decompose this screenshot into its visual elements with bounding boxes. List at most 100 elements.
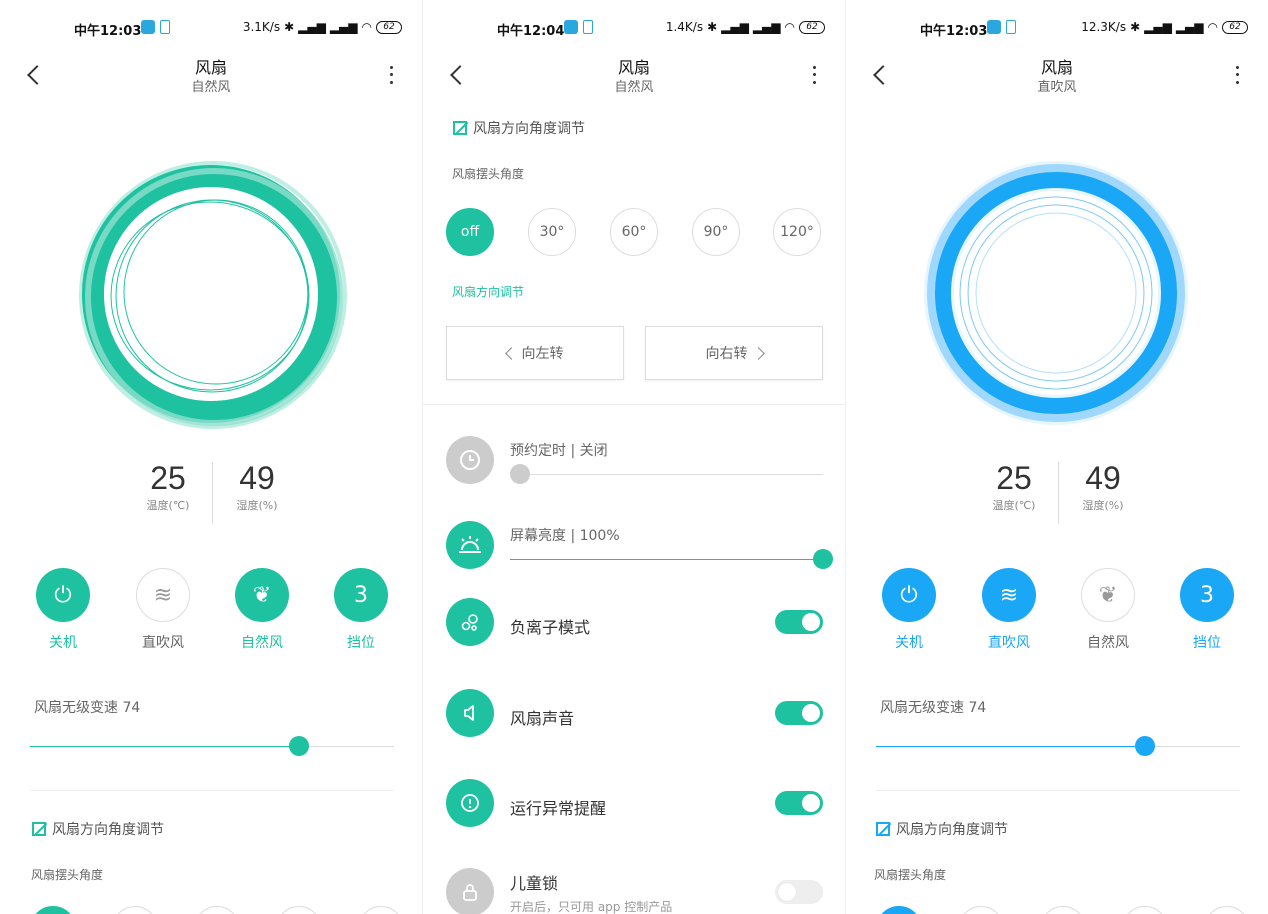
angle-option[interactable] <box>276 906 322 914</box>
header: 风扇 直吹风 <box>846 52 1268 98</box>
app-notification-icon <box>987 20 1001 34</box>
temperature-reading: 25 温度(℃) <box>969 460 1059 513</box>
more-icon[interactable] <box>809 64 819 86</box>
anion-toggle[interactable] <box>775 610 823 634</box>
timer-label: 预约定时 | 关闭 <box>510 443 608 459</box>
status-right: 1.4K/s ✱ ▂▄▆ ▂▄▆ ◠ 62 <box>666 20 825 34</box>
angle-option[interactable] <box>194 906 240 914</box>
more-icon[interactable] <box>1232 64 1242 86</box>
temperature-value: 25 <box>150 460 186 496</box>
more-icon[interactable] <box>386 64 396 86</box>
brightness-slider-thumb[interactable] <box>813 549 833 569</box>
status-bar: 中午12:03 3.1K/s ✱ ▂▄▆ ▂▄▆ ◠ 62 <box>0 14 422 42</box>
divider <box>423 404 845 405</box>
bluetooth-icon: ✱ <box>707 20 718 34</box>
direct-wind-button[interactable]: ≋ 直吹风 <box>969 568 1049 652</box>
angle-option-30[interactable]: 30° <box>528 208 576 256</box>
turn-right-button[interactable]: 向右转 <box>645 326 823 380</box>
speed-slider-fill <box>876 746 1146 747</box>
brightness-slider-fill <box>510 559 823 560</box>
swing-angle-label: 风扇摆头角度 <box>452 167 525 181</box>
child-lock-toggle[interactable] <box>775 880 823 904</box>
anion-label: 负离子模式 <box>510 618 591 637</box>
sunrise-icon <box>446 521 494 569</box>
power-button[interactable]: ⏻ 关机 <box>23 568 103 652</box>
angle-option[interactable] <box>1204 906 1250 914</box>
header: 风扇 自然风 <box>423 52 845 98</box>
brightness-setting: 屏幕亮度 | 100% <box>446 521 833 581</box>
speed-slider[interactable] <box>876 736 1240 756</box>
timer-slider[interactable] <box>510 464 823 484</box>
battery-icon: 62 <box>799 20 825 34</box>
alert-icon <box>446 779 494 827</box>
speed-slider[interactable] <box>30 736 394 756</box>
status-bar: 中午12:04 1.4K/s ✱ ▂▄▆ ▂▄▆ ◠ 62 <box>423 14 845 42</box>
speaker-icon <box>446 689 494 737</box>
angle-option-120[interactable]: 120° <box>773 208 821 256</box>
status-time: 中午12:03 <box>74 24 142 39</box>
mode-buttons: ⏻ 关机 ≋ 直吹风 ❦ 自然风 3 挡位 <box>846 568 1268 658</box>
turn-left-label: 向左转 <box>521 346 564 362</box>
phone-screen-settings: 中午12:04 1.4K/s ✱ ▂▄▆ ▂▄▆ ◠ 62 风扇 自然风 风扇方… <box>423 0 845 914</box>
page-subtitle: 自然风 <box>191 80 231 95</box>
phone-screen-direct-wind: 中午12:03 12.3K/s ✱ ▂▄▆ ▂▄▆ ◠ 62 风扇 直吹风 25… <box>846 0 1268 914</box>
wind-icon: ≋ <box>982 568 1036 622</box>
wifi-icon: ◠ <box>361 20 372 34</box>
app-notification-icon <box>564 20 578 34</box>
angle-option[interactable] <box>358 906 404 914</box>
timer-slider-thumb[interactable] <box>510 464 530 484</box>
gear-level-button[interactable]: 3 挡位 <box>321 568 401 652</box>
humidity-label: 湿度(%) <box>236 499 278 512</box>
fan-ring-visual <box>76 160 350 430</box>
divider <box>30 790 394 791</box>
page-title: 风扇 <box>1040 58 1073 77</box>
leaf-icon: ❦ <box>235 568 289 622</box>
page-title: 风扇 <box>194 58 227 77</box>
angle-option-off[interactable]: off <box>446 208 494 256</box>
angle-option[interactable] <box>1040 906 1086 914</box>
speed-label: 风扇无级变速 74 <box>34 700 141 716</box>
brightness-label: 屏幕亮度 | 100% <box>510 528 620 544</box>
section-title-text: 风扇方向角度调节 <box>52 822 164 838</box>
timer-setting: 预约定时 | 关闭 <box>446 436 823 496</box>
gear-level-button[interactable]: 3 挡位 <box>1167 568 1247 652</box>
speed-slider-thumb[interactable] <box>1135 736 1156 756</box>
wifi-icon: ◠ <box>1207 20 1218 34</box>
section-title: 风扇方向角度调节 <box>876 819 1008 839</box>
swing-angle-label: 风扇摆头角度 <box>31 868 104 882</box>
header: 风扇 自然风 <box>0 52 422 98</box>
natural-wind-label: 自然风 <box>1087 635 1129 651</box>
fan-ring-visual <box>919 160 1193 430</box>
turn-left-button[interactable]: 向左转 <box>446 326 624 380</box>
speed-slider-thumb[interactable] <box>289 736 310 756</box>
angle-option[interactable] <box>112 906 158 914</box>
direct-wind-button[interactable]: ≋ 直吹风 <box>123 568 203 652</box>
angle-option[interactable] <box>958 906 1004 914</box>
brightness-slider[interactable] <box>510 549 833 569</box>
natural-wind-button[interactable]: ❦ 自然风 <box>222 568 302 652</box>
sound-label: 风扇声音 <box>510 709 575 728</box>
child-lock-label: 儿童锁 <box>510 874 559 893</box>
humidity-reading: 49 湿度(%) <box>1058 460 1148 513</box>
angle-option-60[interactable]: 60° <box>610 208 658 256</box>
power-icon: ⏻ <box>36 568 90 622</box>
angle-option[interactable] <box>1122 906 1168 914</box>
notification-icons <box>141 20 170 34</box>
natural-wind-button[interactable]: ❦ 自然风 <box>1068 568 1148 652</box>
swing-angle-label: 风扇摆头角度 <box>874 868 947 882</box>
sound-toggle[interactable] <box>775 701 823 725</box>
speed-slider-fill <box>30 746 300 747</box>
speed-label: 风扇无级变速 74 <box>880 700 987 716</box>
alert-toggle[interactable] <box>775 791 823 815</box>
section-title-text: 风扇方向角度调节 <box>473 121 585 137</box>
angle-option-90[interactable]: 90° <box>692 208 740 256</box>
angle-option[interactable] <box>876 906 922 914</box>
network-speed: 3.1K/s <box>242 20 281 34</box>
angle-option[interactable] <box>30 906 76 914</box>
anion-setting: 负离子模式 <box>446 598 823 658</box>
notification-icons <box>564 20 593 34</box>
wifi-icon: ◠ <box>784 20 795 34</box>
status-time: 中午12:03 <box>920 24 988 39</box>
alert-setting: 运行异常提醒 <box>446 779 823 839</box>
power-button[interactable]: ⏻ 关机 <box>869 568 949 652</box>
